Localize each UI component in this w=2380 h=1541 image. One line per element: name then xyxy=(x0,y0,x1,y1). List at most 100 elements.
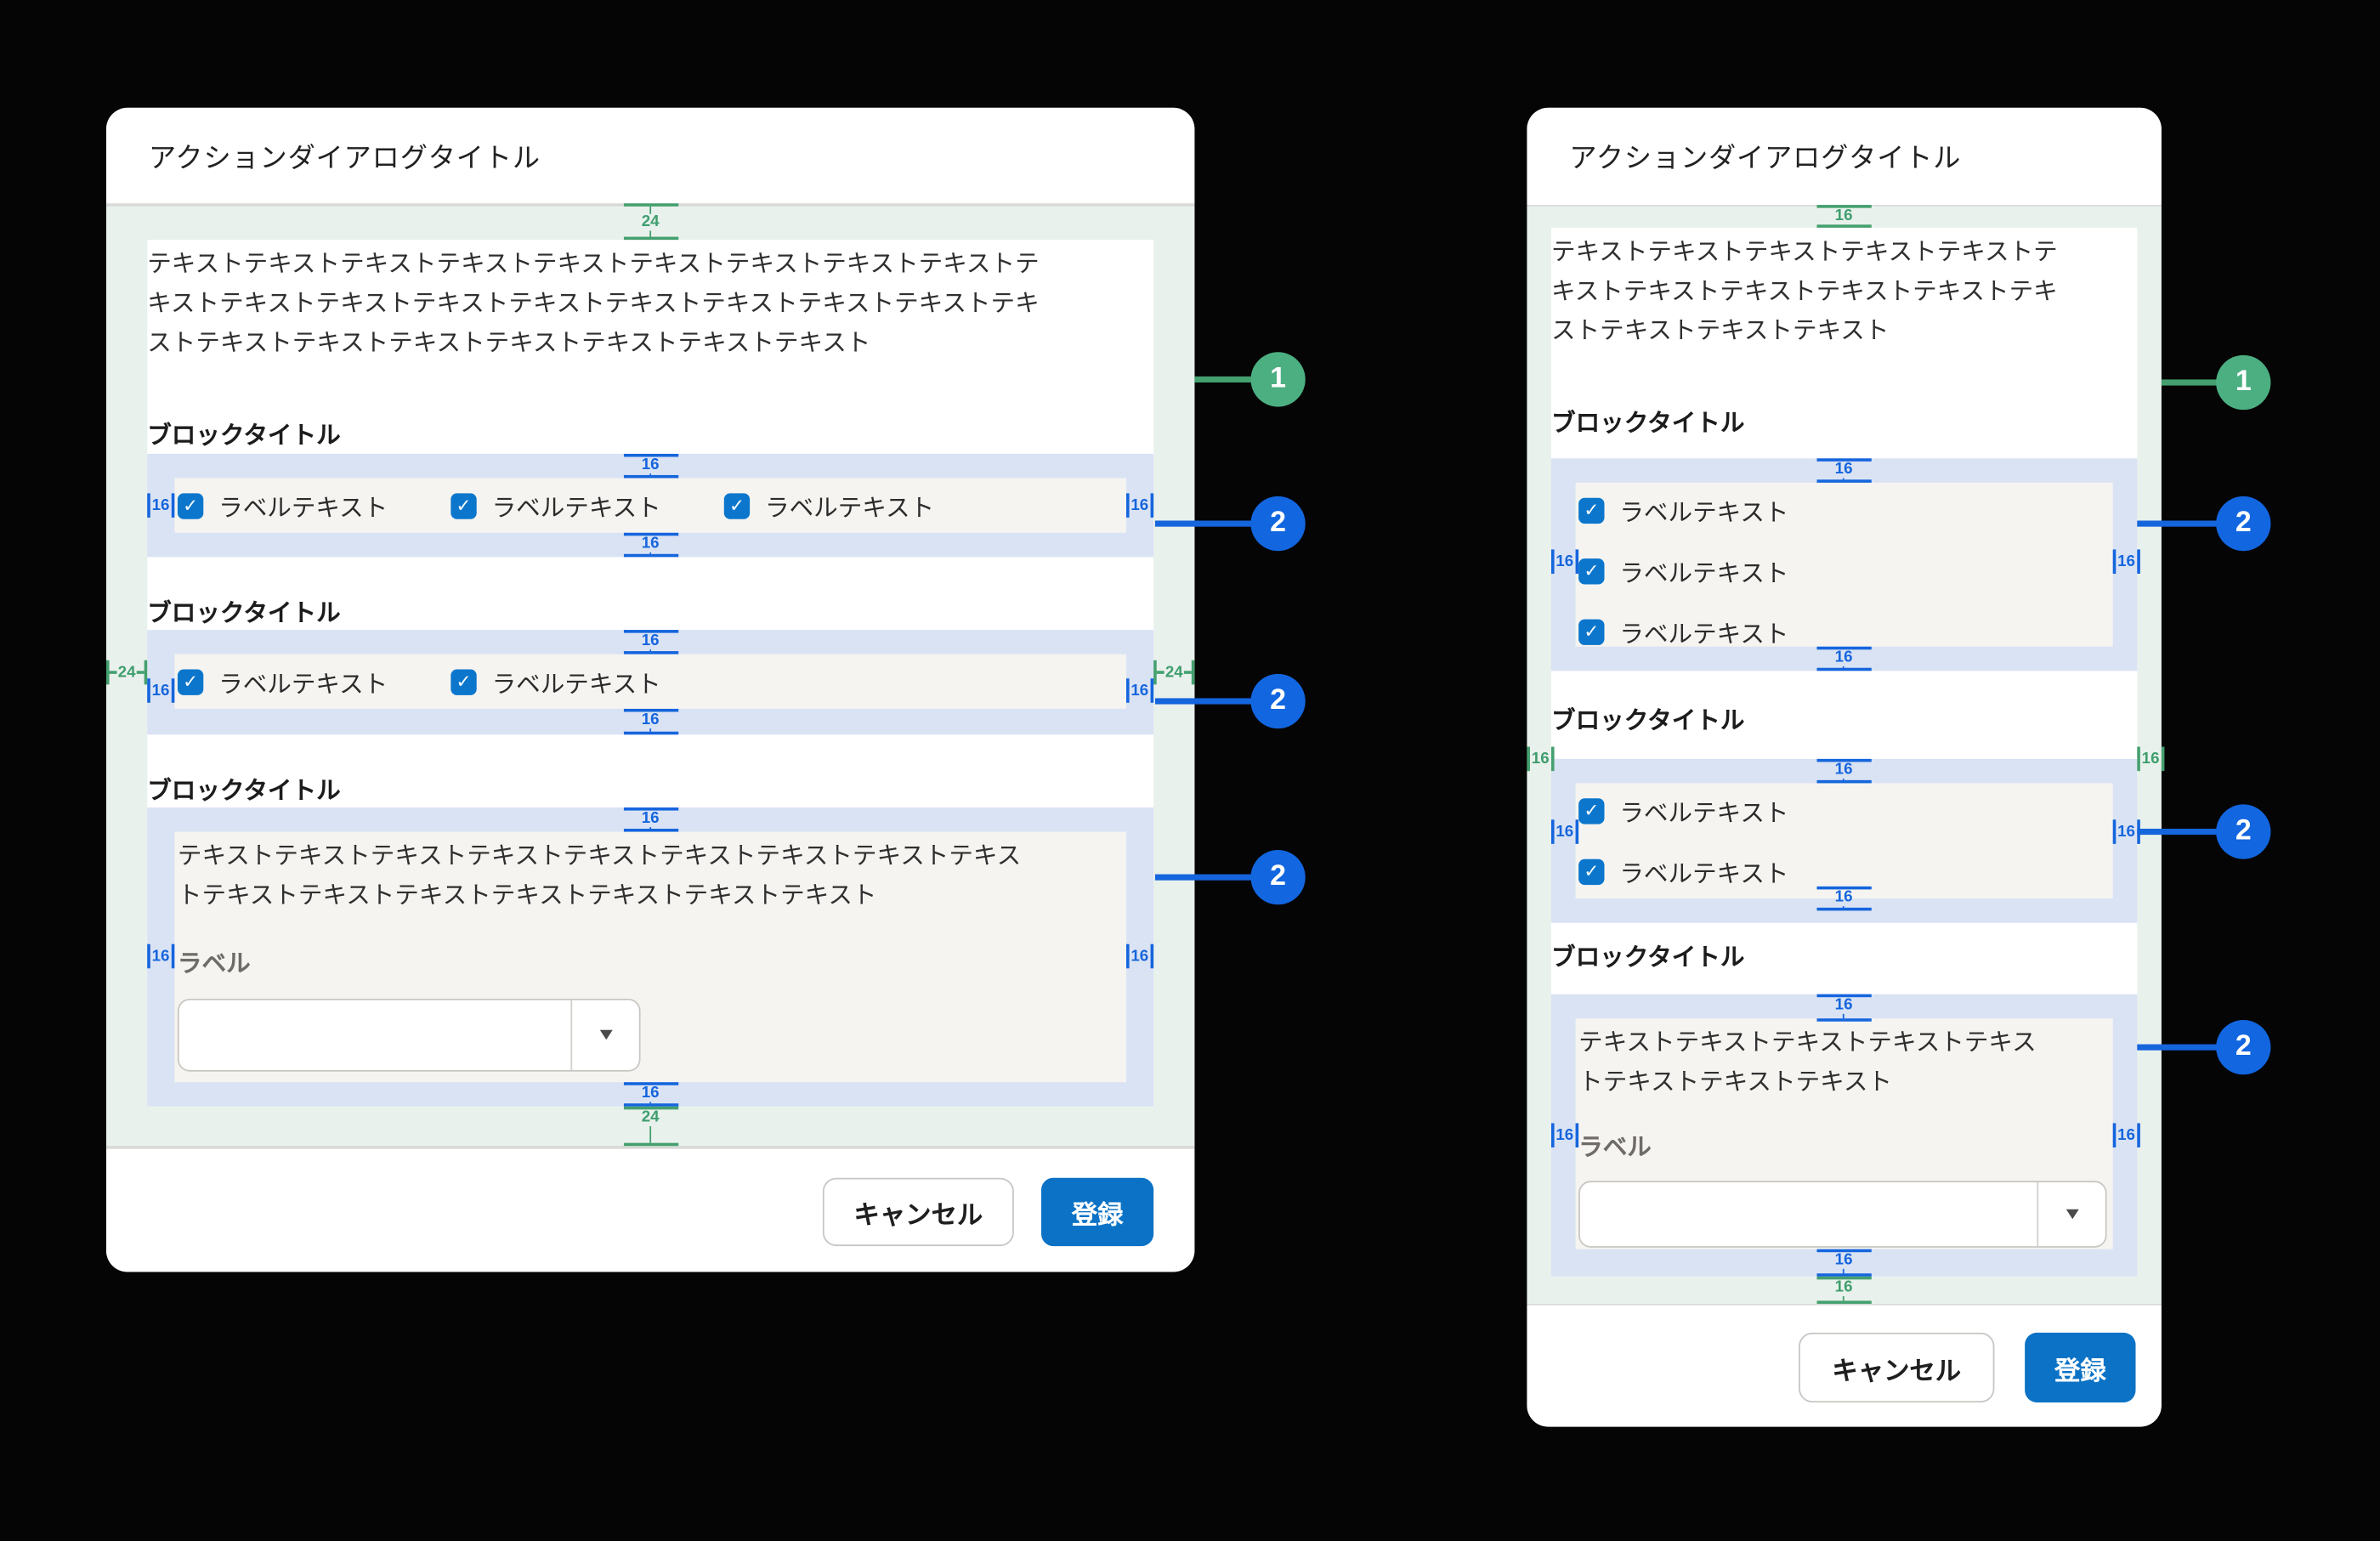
cancel-button[interactable]: キャンセル xyxy=(823,1177,1014,1245)
paragraph-line: テキストテキストテキストテキストテキストテ xyxy=(1551,234,2137,273)
dialog-header: アクションダイアログタイトル xyxy=(106,108,1194,203)
checkbox-label: ラベルテキスト xyxy=(1619,613,1788,649)
checkbox-label: ラベルテキスト xyxy=(765,487,934,524)
checkbox-checked-icon[interactable]: ✓ xyxy=(724,492,750,518)
chevron-down-icon: ▼ xyxy=(2061,1205,2082,1223)
select-arrow-cell[interactable]: ▼ xyxy=(570,1000,638,1070)
spacing-measure-16: 16 xyxy=(147,678,174,703)
checkbox-option[interactable]: ✓ ラベルテキスト xyxy=(1578,792,1788,829)
dialog-content: テキストテキストテキストテキストテキストテキストテキストテキストテキストテ キス… xyxy=(147,240,1153,1107)
checkbox-label: ラベルテキスト xyxy=(218,487,388,524)
form-block-inner: テキストテキストテキストテキストテキストテキストテキストテキストテキス トテキス… xyxy=(174,832,1126,1083)
checkbox-option[interactable]: ✓ ラベルテキスト xyxy=(450,663,660,700)
checkbox-label: ラベルテキスト xyxy=(492,487,661,524)
callout-line xyxy=(2137,520,2218,525)
spacing-measure-16: 16 xyxy=(623,1082,677,1107)
spacing-measure-16: 16 xyxy=(1816,887,1871,911)
spacing-measure-16: 16 xyxy=(2137,747,2162,772)
form-block-3: テキストテキストテキストテキストテキス トテキストテキストテキスト ラベル ▼ xyxy=(1551,994,2137,1277)
dialog-footer: キャンセル 登録 xyxy=(106,1148,1194,1272)
checkbox-option[interactable]: ✓ ラベルテキスト xyxy=(724,487,934,524)
checkbox-option[interactable]: ✓ ラベルテキスト xyxy=(1578,853,1788,890)
cancel-button[interactable]: キャンセル xyxy=(1799,1333,1994,1402)
spacing-measure-16: 16 xyxy=(1816,759,1871,784)
spacing-measure-16: 16 xyxy=(1816,647,1871,671)
select-field-label: ラベル xyxy=(1578,1134,1652,1164)
paragraph-line: キストテキストテキストテキストテキストテキストテキストテキストテキストテキ xyxy=(147,286,1153,325)
checkbox-checked-icon[interactable]: ✓ xyxy=(1578,497,1604,523)
spacing-measure-16: 16 xyxy=(623,533,677,558)
form-block-3: テキストテキストテキストテキストテキストテキストテキストテキストテキス トテキス… xyxy=(147,807,1153,1107)
checkbox-checked-icon[interactable]: ✓ xyxy=(450,669,476,694)
spacing-measure-16: 16 xyxy=(1126,493,1153,518)
checkbox-option[interactable]: ✓ ラベルテキスト xyxy=(1578,492,1788,529)
paragraph-line: ストテキストテキストテキストテキストテキストテキストテキスト xyxy=(147,325,1153,364)
callout-badge-1: 1 xyxy=(1250,352,1305,406)
block-text-line: トテキストテキストテキスト xyxy=(1578,1064,2110,1103)
spacing-measure-16: 16 xyxy=(1551,819,1576,844)
submit-button[interactable]: 登録 xyxy=(2025,1333,2135,1402)
form-block-1: ✓ ラベルテキスト ✓ ラベルテキスト ✓ ラベルテキスト xyxy=(1551,458,2137,671)
checkbox-checked-icon[interactable]: ✓ xyxy=(178,669,203,694)
spacing-measure-16: 16 xyxy=(1816,205,1871,228)
checkbox-label: ラベルテキスト xyxy=(218,663,388,700)
spacing-measure-16: 16 xyxy=(2113,819,2138,844)
dropdown-select[interactable]: ▼ xyxy=(178,999,641,1072)
spacing-measure-24: 24 xyxy=(106,660,147,685)
callout-badge-2: 2 xyxy=(1250,496,1305,551)
checkbox-label: ラベルテキスト xyxy=(1619,492,1788,529)
block-title-2: ブロックタイトル xyxy=(1551,707,1744,738)
callout-badge-2: 2 xyxy=(1250,674,1305,728)
checkbox-option[interactable]: ✓ ラベルテキスト xyxy=(1578,552,1788,589)
callout-badge-2: 2 xyxy=(2216,1020,2270,1074)
callout-line xyxy=(1155,875,1255,880)
checkbox-checked-icon[interactable]: ✓ xyxy=(178,492,203,518)
dialog-title: アクションダイアログタイトル xyxy=(1569,136,1961,175)
select-field-label: ラベル xyxy=(178,950,251,981)
checkbox-checked-icon[interactable]: ✓ xyxy=(450,492,476,518)
select-arrow-cell[interactable]: ▼ xyxy=(2037,1182,2105,1246)
checkbox-option[interactable]: ✓ ラベルテキスト xyxy=(1578,613,1788,649)
intro-paragraph: テキストテキストテキストテキストテキストテキストテキストテキストテキストテ キス… xyxy=(147,246,1153,364)
dropdown-select[interactable]: ▼ xyxy=(1578,1181,2106,1248)
spacing-measure-16: 16 xyxy=(1816,994,1871,1022)
spacing-measure-16: 16 xyxy=(2113,1123,2138,1147)
checkbox-option[interactable]: ✓ ラベルテキスト xyxy=(450,487,660,524)
spacing-measure-16: 16 xyxy=(1126,944,1153,969)
spacing-measure-16: 16 xyxy=(1551,1123,1576,1147)
paragraph-line: テキストテキストテキストテキストテキストテキストテキストテキストテキストテ xyxy=(147,246,1153,285)
select-value xyxy=(1580,1182,2037,1246)
spacing-measure-16: 16 xyxy=(1126,678,1153,703)
checkbox-option[interactable]: ✓ ラベルテキスト xyxy=(178,663,388,700)
checkbox-label: ラベルテキスト xyxy=(1619,853,1788,890)
callout-badge-2: 2 xyxy=(1250,850,1305,904)
dialog-body: テキストテキストテキストテキストテキストテ キストテキストテキストテキストテキス… xyxy=(1527,207,2161,1303)
callout-line xyxy=(2137,829,2218,834)
callout-line xyxy=(2137,1045,2218,1050)
spacing-measure-16: 16 xyxy=(623,454,677,479)
intro-paragraph: テキストテキストテキストテキストテキストテ キストテキストテキストテキストテキス… xyxy=(1551,234,2137,352)
spacing-measure-16: 16 xyxy=(623,630,677,654)
block-text: テキストテキストテキストテキストテキス トテキストテキストテキスト xyxy=(1578,1024,2110,1103)
checkbox-label: ラベルテキスト xyxy=(492,663,661,700)
block-text: テキストテキストテキストテキストテキストテキストテキストテキストテキス トテキス… xyxy=(178,838,1123,917)
block-title-3: ブロックタイトル xyxy=(147,777,340,807)
callout-badge-2: 2 xyxy=(2216,496,2270,551)
checkbox-row: ✓ ラベルテキスト ✓ ラベルテキスト ✓ ラベルテキスト xyxy=(174,478,1126,532)
callout-badge-2: 2 xyxy=(2216,804,2270,858)
checkbox-row: ✓ ラベルテキスト ✓ ラベルテキスト xyxy=(174,654,1126,709)
spacing-measure-16: 16 xyxy=(1816,1277,1871,1303)
callout-line xyxy=(1194,377,1255,382)
spacing-measure-16: 16 xyxy=(147,944,174,969)
checkbox-checked-icon[interactable]: ✓ xyxy=(1578,858,1604,884)
spacing-measure-16: 16 xyxy=(2113,549,2138,574)
checkbox-option[interactable]: ✓ ラベルテキスト xyxy=(178,487,388,524)
paragraph-line: キストテキストテキストテキストテキストテキ xyxy=(1551,273,2137,312)
checkbox-checked-icon[interactable]: ✓ xyxy=(1578,797,1604,823)
callout-line xyxy=(1155,698,1255,703)
block-title-3: ブロックタイトル xyxy=(1551,944,1744,975)
checkbox-checked-icon[interactable]: ✓ xyxy=(1578,558,1604,583)
submit-button[interactable]: 登録 xyxy=(1041,1177,1153,1245)
checkbox-checked-icon[interactable]: ✓ xyxy=(1578,619,1604,644)
spacing-measure-16: 16 xyxy=(623,709,677,734)
